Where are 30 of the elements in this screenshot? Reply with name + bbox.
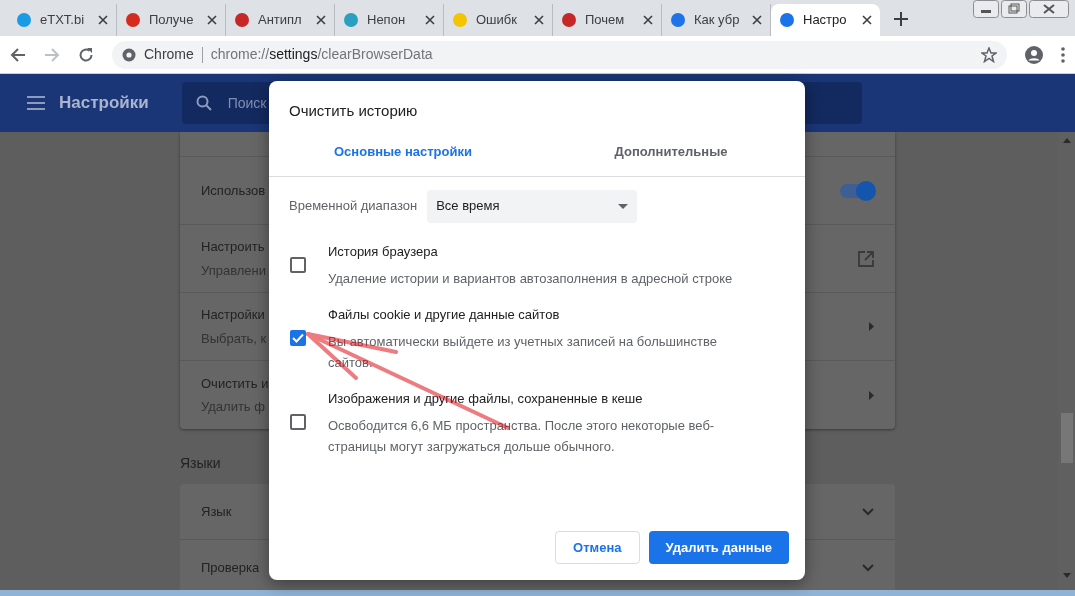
tab-title: Как убр: [694, 11, 741, 30]
option-title: Файлы cookie и другие данные сайтов: [328, 305, 561, 324]
tab-title: Почем: [585, 11, 626, 30]
url-text: chrome://settings/clearBrowserData: [210, 45, 433, 64]
setting-title: Настроить: [201, 238, 266, 256]
dialog-title: Очистить историю: [289, 101, 419, 121]
site-label: Chrome: [144, 45, 194, 64]
browser-tab[interactable]: Настро: [771, 4, 880, 36]
tab-title: Антипл: [258, 11, 303, 30]
tab-title: Непон: [367, 11, 407, 30]
section-heading: Языки: [180, 454, 222, 473]
dialog-tab[interactable]: Основные настройки: [269, 140, 537, 176]
address-field[interactable]: Chrome chrome://settings/clearBrowserData: [112, 40, 1007, 69]
tab-title: eTXT.bi: [40, 11, 86, 30]
dialog-tab[interactable]: Дополнительные: [537, 140, 805, 176]
search-placeholder: Поиск: [227, 93, 267, 113]
tab-title: Получе: [149, 11, 195, 30]
option-description: Удаление истории и вариантов автозаполнения в адресной строке: [328, 269, 733, 288]
setting-title: Использов: [201, 181, 267, 200]
tab-title: Настро: [803, 11, 848, 30]
setting-title: Настройки: [201, 306, 266, 324]
setting-title: Язык: [201, 502, 232, 521]
option-title: История браузера: [328, 242, 439, 261]
settings-title: Настройки: [59, 92, 149, 115]
delete-data-button[interactable]: Удалить данные: [648, 531, 789, 564]
setting-title: Проверка: [201, 559, 260, 578]
tab-title: Ошибк: [476, 11, 518, 30]
time-range-label: Временной диапазон: [289, 197, 418, 216]
time-range-select[interactable]: Все время: [427, 189, 638, 223]
cancel-button[interactable]: Отмена: [555, 531, 640, 564]
